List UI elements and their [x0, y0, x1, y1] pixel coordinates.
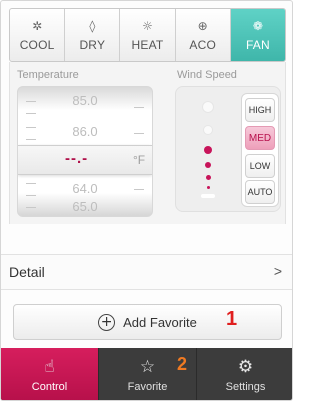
wind-icon — [201, 194, 215, 198]
temperature-value: 64.0 — [72, 181, 98, 196]
current-temperature: --.- — [65, 150, 89, 167]
nav-label: Settings — [225, 381, 266, 393]
nav-control-tab[interactable]: ☝ Control — [1, 348, 99, 400]
fan-icon: ❁ — [252, 18, 263, 33]
mode-selector: ✲ COOL ◊ DRY ☼ HEAT ⊕ ACO ❁ FAN — [9, 8, 286, 62]
mode-dry-button[interactable]: ◊ DRY — [65, 9, 121, 61]
mode-fan-button[interactable]: ❁ FAN — [230, 9, 285, 61]
temperature-value: 65.0 — [72, 199, 98, 214]
drum-tick — [26, 139, 36, 140]
auto-mode-icon: ⊕ — [197, 18, 208, 33]
wind-speed-control: HIGH MED LOW AUTO — [175, 86, 281, 212]
gear-icon: ⚙ — [237, 357, 254, 377]
wind-speed-label: Wind Speed — [177, 69, 237, 81]
mode-label: ACO — [189, 37, 217, 52]
chevron-right-icon: > — [273, 263, 282, 279]
temperature-value: 86.0 — [72, 124, 98, 139]
detail-label: Detail — [9, 264, 45, 280]
bottom-navigation: ☝ Control ☆ Favorite ⚙ Settings — [1, 348, 292, 400]
speed-dot — [205, 162, 211, 168]
droplet-icon: ◊ — [89, 18, 96, 33]
star-icon: ☆ — [139, 357, 156, 377]
ac-control-screen: ✲ COOL ◊ DRY ☼ HEAT ⊕ ACO ❁ FAN Temperat… — [0, 0, 293, 401]
mode-label: HEAT — [131, 37, 164, 52]
add-favorite-button[interactable]: + Add Favorite — [13, 304, 282, 340]
plus-circle-icon: + — [98, 313, 116, 331]
speed-dot — [203, 125, 213, 135]
annotation-number-2: 2 — [177, 354, 188, 374]
temperature-unit: °F — [133, 153, 146, 167]
temperature-label: Temperature — [17, 69, 79, 81]
speed-dot — [202, 101, 214, 113]
nav-settings-tab[interactable]: ⚙ Settings — [197, 348, 292, 400]
mode-label: COOL — [19, 37, 55, 52]
speed-dot — [206, 175, 211, 180]
temperature-drum-picker[interactable]: 85.0 86.0 --.- °F 64.0 65.0 — [17, 86, 153, 217]
speed-dot — [204, 146, 212, 154]
mode-label: DRY — [79, 37, 106, 52]
wind-speed-buttons: HIGH MED LOW AUTO — [241, 93, 279, 207]
wind-high-button[interactable]: HIGH — [245, 98, 275, 122]
detail-row[interactable]: Detail > — [1, 254, 292, 290]
nav-label: Favorite — [127, 381, 168, 393]
wind-low-button[interactable]: LOW — [245, 154, 275, 178]
mode-cool-button[interactable]: ✲ COOL — [10, 9, 66, 61]
wind-speed-indicator — [176, 87, 240, 213]
mode-heat-button[interactable]: ☼ HEAT — [120, 9, 176, 61]
mode-label: FAN — [245, 37, 270, 52]
drum-tick — [26, 113, 36, 114]
nav-label: Control — [31, 381, 68, 393]
wind-auto-button[interactable]: AUTO — [245, 180, 275, 204]
add-favorite-label: Add Favorite — [123, 314, 197, 330]
wind-med-button[interactable]: MED — [245, 126, 275, 150]
speed-dot — [207, 186, 210, 189]
hand-pointer-icon: ☝ — [44, 357, 55, 377]
snowflake-icon: ✲ — [32, 18, 43, 33]
annotation-number-1: 1 — [226, 308, 238, 330]
sun-icon: ☼ — [142, 18, 153, 33]
mode-aco-button[interactable]: ⊕ ACO — [176, 9, 231, 61]
temperature-value: 85.0 — [72, 93, 98, 108]
